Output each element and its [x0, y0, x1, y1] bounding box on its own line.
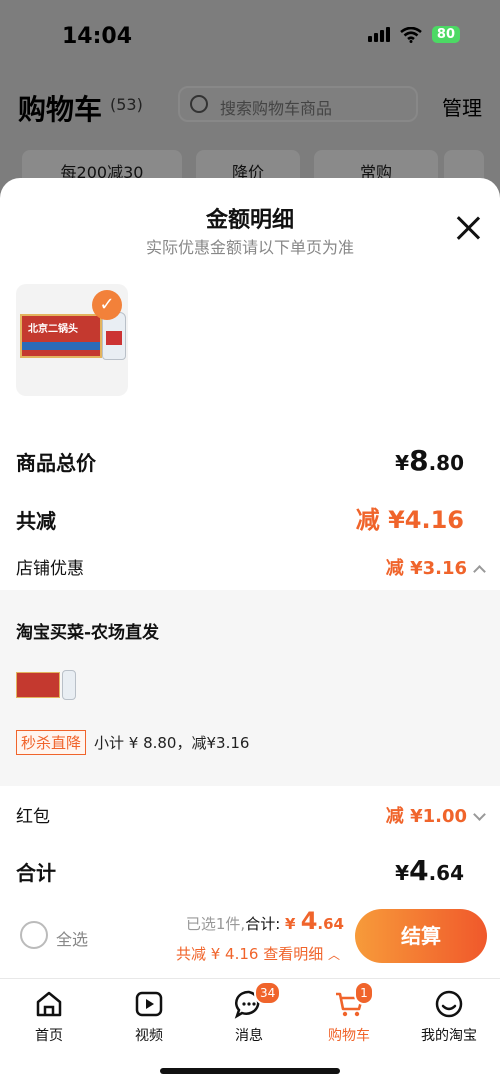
store-subtotal: 小计 ¥ 8.80，减¥3.16	[94, 734, 250, 752]
tab-cart-label: 购物车	[328, 1028, 370, 1044]
profile-face-icon	[434, 989, 464, 1019]
chevron-down-icon	[473, 808, 486, 821]
tab-home-label: 首页	[35, 1028, 63, 1044]
total-currency: ¥	[395, 451, 410, 475]
save-text: 共减 ¥ 4.16 查看明细	[175, 945, 324, 963]
amount-detail-sheet: 金额明细 实际优惠金额请以下单页为准 北京二锅头 ✓ 商品总价 ¥8.80 共减…	[0, 178, 500, 978]
store-discount-value: 减 ¥3.16	[385, 554, 486, 580]
cart-icon: 1	[334, 981, 374, 1019]
store-discount-amount: 减 ¥3.16	[385, 558, 467, 579]
search-placeholder: 搜索购物车商品	[220, 99, 333, 118]
view-detail-link[interactable]: 共减 ¥ 4.16 查看明细 ︿	[176, 943, 340, 964]
store-discount-label: 店铺优惠	[16, 559, 84, 579]
store-product-thumbnail[interactable]	[16, 668, 78, 704]
sheet-subtitle: 实际优惠金额请以下单页为准	[145, 238, 354, 257]
total-value: ¥8.80	[395, 444, 464, 477]
chevron-up-icon: ︿	[327, 948, 340, 962]
settle-sum-value: ¥ 4.64	[285, 907, 344, 935]
cart-count: (53)	[110, 95, 143, 114]
tab-video-label: 视频	[135, 1028, 163, 1044]
tab-messages[interactable]: 34 消息	[204, 981, 294, 1045]
row-red-packet[interactable]: 红包 减 ¥1.00	[16, 802, 486, 828]
sum-currency: ¥	[395, 861, 410, 885]
home-indicator	[160, 1068, 340, 1074]
tab-bar: 首页 视频 34 消息 1 购物车 我的淘宝	[0, 978, 500, 1084]
select-all-radio[interactable]	[20, 921, 48, 949]
settle-currency: ¥	[285, 915, 296, 933]
search-icon	[190, 95, 208, 113]
total-dec: .80	[428, 451, 464, 475]
wifi-icon	[400, 26, 422, 43]
settle-sum-key: 合计:	[245, 915, 281, 933]
store-name: 淘宝买菜-农场直发	[16, 623, 160, 643]
sum-dec: .64	[428, 861, 464, 885]
search-input[interactable]: 搜索购物车商品	[178, 86, 418, 122]
messages-badge: 34	[254, 981, 282, 1005]
reduce-value: 减 ¥4.16	[355, 506, 464, 534]
flash-sale-tag: 秒杀直降	[16, 730, 87, 755]
cart-badge: 1	[354, 981, 374, 1005]
settle-bar: 全选 已选1件,合计: ¥ 4.64 共减 ¥ 4.16 查看明细 ︿ 结算	[0, 893, 500, 978]
selected-count: 已选1件,	[185, 915, 246, 933]
total-int: 8	[409, 444, 429, 477]
sum-label: 合计	[16, 861, 56, 885]
settle-sum: 已选1件,合计: ¥ 4.64	[186, 907, 344, 935]
background-cart-page: 14:04 80 购物车 (53) 搜索购物车商品 管理 每200减30 降价 …	[0, 0, 500, 200]
tab-mine[interactable]: 我的淘宝	[404, 989, 494, 1045]
settle-dec: .64	[317, 915, 344, 933]
manage-button[interactable]: 管理	[442, 92, 482, 121]
chevron-up-icon	[473, 565, 486, 578]
page-title: 购物车	[18, 93, 103, 126]
select-all-label[interactable]: 全选	[56, 926, 88, 950]
reduce-label: 共减	[16, 509, 56, 533]
row-total: 商品总价 ¥8.80	[16, 444, 464, 477]
sum-int: 4	[409, 854, 429, 887]
row-sum: 合计 ¥4.64	[16, 854, 464, 887]
sheet-title: 金额明细	[205, 208, 294, 233]
red-packet-value: 减 ¥1.00	[385, 802, 486, 828]
message-icon: 34	[234, 981, 282, 1019]
total-label: 商品总价	[16, 451, 96, 475]
red-packet-label: 红包	[16, 807, 50, 827]
checkout-button[interactable]: 结算	[355, 909, 487, 963]
product-box-image: 北京二锅头	[20, 314, 102, 358]
tab-mine-label: 我的淘宝	[421, 1028, 477, 1044]
video-icon	[134, 989, 164, 1019]
tab-messages-label: 消息	[235, 1028, 263, 1044]
checkmark-icon: ✓	[92, 290, 122, 320]
status-icons: 80	[367, 26, 460, 43]
battery-indicator: 80	[431, 26, 460, 43]
red-packet-amount: 减 ¥1.00	[385, 806, 467, 827]
row-store-discount[interactable]: 店铺优惠 减 ¥3.16	[16, 554, 486, 580]
tab-home[interactable]: 首页	[4, 989, 94, 1045]
tab-video[interactable]: 视频	[104, 989, 194, 1045]
sum-value: ¥4.64	[395, 854, 464, 887]
home-icon	[34, 989, 64, 1019]
close-icon[interactable]	[456, 216, 480, 240]
status-time: 14:04	[62, 24, 133, 49]
settle-int: 4	[300, 907, 318, 935]
row-reduce: 共减 减 ¥4.16	[16, 500, 464, 535]
tab-cart[interactable]: 1 购物车	[304, 981, 394, 1045]
store-detail-panel: 淘宝买菜-农场直发 秒杀直降 小计 ¥ 8.80，减¥3.16	[0, 590, 500, 786]
signal-icon	[367, 27, 390, 42]
